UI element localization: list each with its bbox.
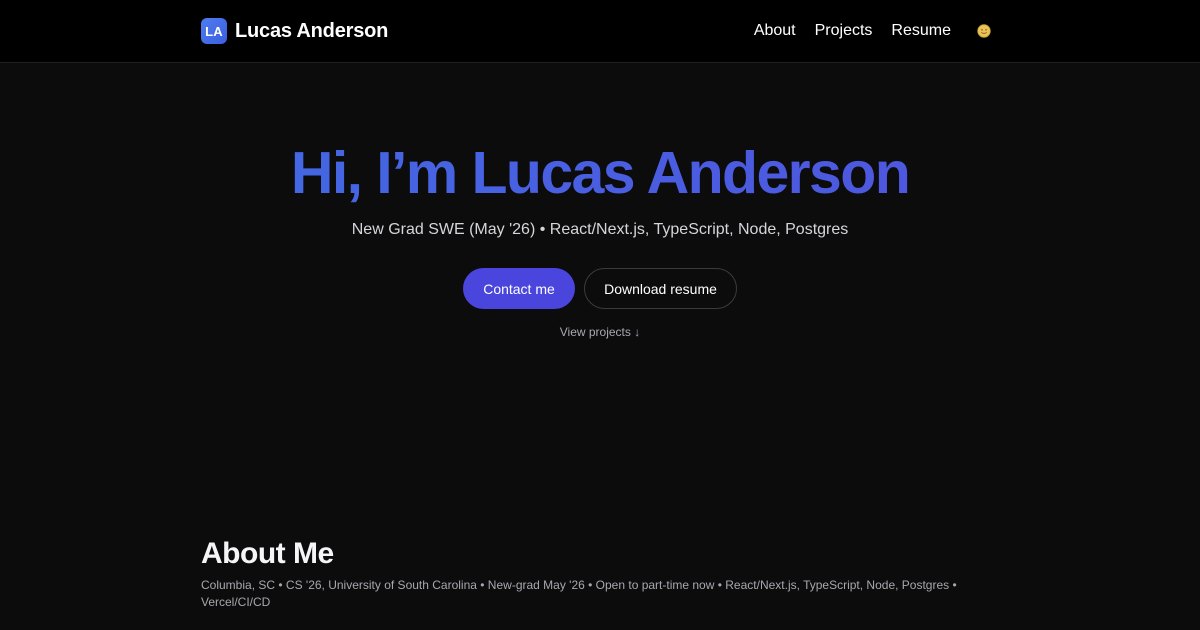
hero-title: Hi, I’m Lucas Anderson [0,138,1200,208]
site-header: LA Lucas Anderson About Projects Resume [0,0,1200,63]
hero-subtitle: New Grad SWE (May '26) • React/Next.js, … [351,221,849,238]
theme-toggle-button[interactable] [976,23,992,39]
brand[interactable]: LA Lucas Anderson [201,17,388,45]
brand-name: Lucas Anderson [235,19,389,42]
download-resume-button[interactable]: Download resume [584,268,737,309]
about-heading: About Me [201,537,334,570]
hero-actions: Contact me Download resume [0,268,1200,309]
nav-link-resume[interactable]: Resume [891,19,951,43]
main-nav: About Projects Resume [735,19,992,43]
brand-logo: LA [201,18,227,44]
contact-me-button[interactable]: Contact me [463,268,575,309]
view-projects-link[interactable]: View projects ↓ [560,325,640,339]
nav-link-projects[interactable]: Projects [815,19,873,43]
view-projects: View projects ↓ [0,324,1200,340]
moon-icon [977,24,991,38]
nav-link-about[interactable]: About [754,19,796,43]
about-meta: Columbia, SC • CS '26, University of Sou… [201,578,957,609]
